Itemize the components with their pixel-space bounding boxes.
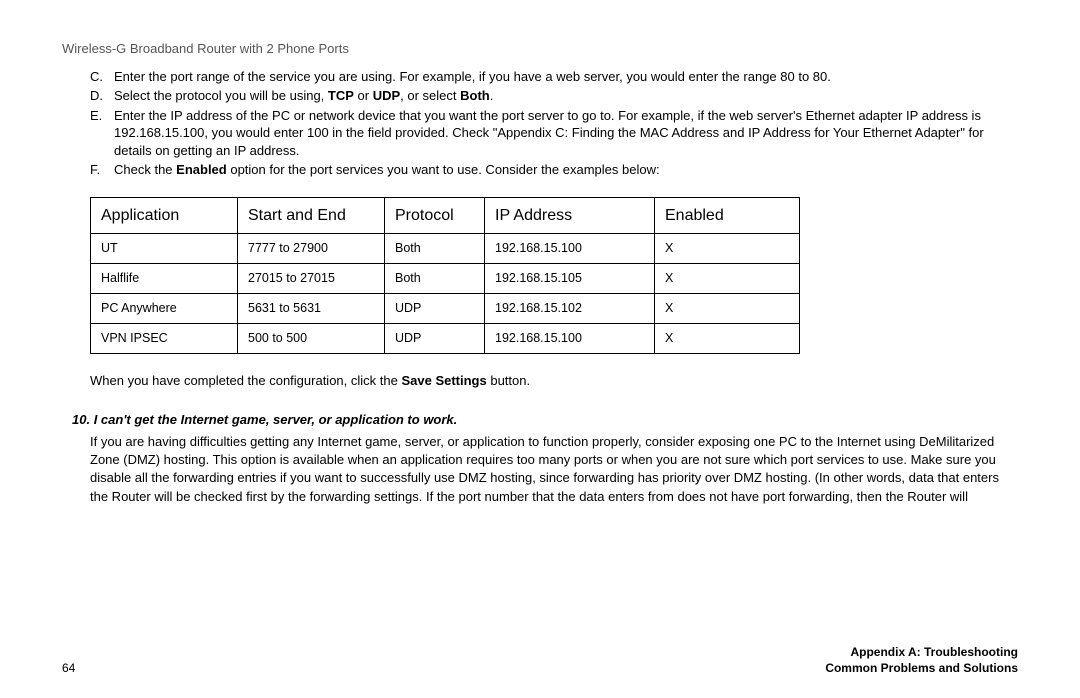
bold-save-settings: Save Settings — [401, 373, 486, 388]
port-forwarding-table: Application Start and End Protocol IP Ad… — [90, 197, 800, 354]
table-row: PC Anywhere 5631 to 5631 UDP 192.168.15.… — [91, 294, 800, 324]
text: , or select — [400, 88, 460, 103]
cell-app: VPN IPSEC — [91, 324, 238, 354]
col-header-start-end: Start and End — [238, 197, 385, 234]
table-header-row: Application Start and End Protocol IP Ad… — [91, 197, 800, 234]
cell-ip: 192.168.15.102 — [485, 294, 655, 324]
step-c: C. Enter the port range of the service y… — [90, 68, 1018, 86]
page-footer: 64 Appendix A: Troubleshooting Common Pr… — [62, 644, 1018, 676]
text: When you have completed the configuratio… — [90, 373, 401, 388]
cell-en: X — [655, 264, 800, 294]
cell-app: UT — [91, 234, 238, 264]
page-content: Wireless-G Broadband Router with 2 Phone… — [0, 0, 1080, 506]
cell-proto: Both — [385, 234, 485, 264]
cell-proto: UDP — [385, 324, 485, 354]
col-header-application: Application — [91, 197, 238, 234]
page-number: 64 — [62, 660, 75, 676]
cell-en: X — [655, 324, 800, 354]
cell-se: 27015 to 27015 — [238, 264, 385, 294]
qa-question: I can't get the Internet game, server, o… — [94, 412, 458, 427]
qa-body: If you are having difficulties getting a… — [90, 433, 1018, 506]
step-list: C. Enter the port range of the service y… — [90, 68, 1018, 179]
table-row: UT 7777 to 27900 Both 192.168.15.100 X — [91, 234, 800, 264]
text: or — [354, 88, 373, 103]
table-row: Halflife 27015 to 27015 Both 192.168.15.… — [91, 264, 800, 294]
text: button. — [487, 373, 530, 388]
text: option for the port services you want to… — [227, 162, 660, 177]
cell-en: X — [655, 294, 800, 324]
cell-se: 5631 to 5631 — [238, 294, 385, 324]
table-row: VPN IPSEC 500 to 500 UDP 192.168.15.100 … — [91, 324, 800, 354]
step-text: Check the Enabled option for the port se… — [114, 161, 1018, 179]
footer-right: Appendix A: Troubleshooting Common Probl… — [825, 644, 1018, 676]
qa-number: 10. — [72, 412, 90, 427]
step-letter: E. — [90, 107, 114, 160]
cell-app: PC Anywhere — [91, 294, 238, 324]
bold-both: Both — [460, 88, 490, 103]
bold-tcp: TCP — [328, 88, 354, 103]
cell-se: 500 to 500 — [238, 324, 385, 354]
post-table-note: When you have completed the configuratio… — [90, 372, 1018, 390]
step-f: F. Check the Enabled option for the port… — [90, 161, 1018, 179]
bold-enabled: Enabled — [176, 162, 227, 177]
cell-ip: 192.168.15.100 — [485, 234, 655, 264]
qa-title: 10. I can't get the Internet game, serve… — [72, 411, 1018, 429]
col-header-ip-address: IP Address — [485, 197, 655, 234]
document-header-title: Wireless-G Broadband Router with 2 Phone… — [62, 40, 1018, 58]
text: . — [490, 88, 494, 103]
col-header-protocol: Protocol — [385, 197, 485, 234]
qa-block: 10. I can't get the Internet game, serve… — [72, 411, 1018, 505]
step-letter: F. — [90, 161, 114, 179]
text: Select the protocol you will be using, — [114, 88, 328, 103]
cell-en: X — [655, 234, 800, 264]
step-letter: D. — [90, 87, 114, 105]
cell-se: 7777 to 27900 — [238, 234, 385, 264]
appendix-title: Appendix A: Troubleshooting — [825, 644, 1018, 660]
step-letter: C. — [90, 68, 114, 86]
step-text: Enter the IP address of the PC or networ… — [114, 107, 1018, 160]
cell-app: Halflife — [91, 264, 238, 294]
step-text: Select the protocol you will be using, T… — [114, 87, 1018, 105]
cell-proto: Both — [385, 264, 485, 294]
text: Check the — [114, 162, 176, 177]
cell-ip: 192.168.15.100 — [485, 324, 655, 354]
cell-ip: 192.168.15.105 — [485, 264, 655, 294]
bold-udp: UDP — [373, 88, 400, 103]
cell-proto: UDP — [385, 294, 485, 324]
appendix-subtitle: Common Problems and Solutions — [825, 660, 1018, 676]
step-text: Enter the port range of the service you … — [114, 68, 1018, 86]
col-header-enabled: Enabled — [655, 197, 800, 234]
step-e: E. Enter the IP address of the PC or net… — [90, 107, 1018, 160]
step-d: D. Select the protocol you will be using… — [90, 87, 1018, 105]
